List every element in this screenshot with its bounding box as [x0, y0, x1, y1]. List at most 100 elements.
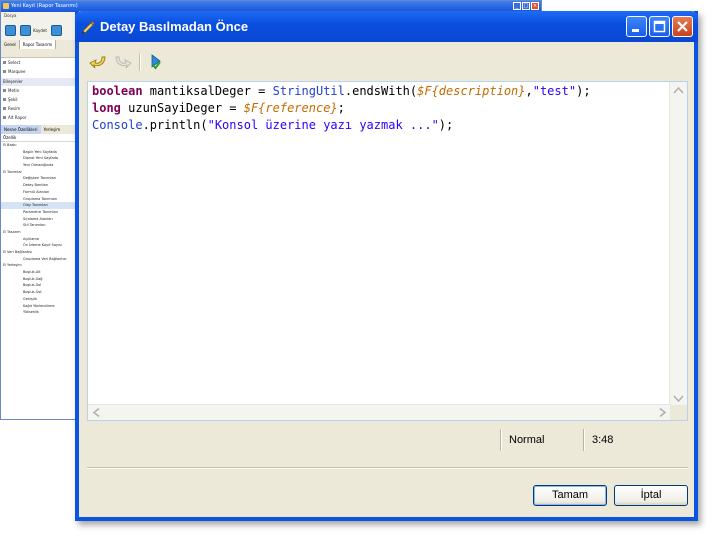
maximize-button[interactable] — [649, 16, 670, 37]
property-group[interactable]: ⊟ Veri Bağlantısı — [1, 249, 77, 256]
cancel-button[interactable]: İptal — [614, 485, 688, 506]
property-item[interactable]: Açıklama — [1, 236, 77, 243]
redo-icon[interactable] — [112, 52, 132, 72]
property-item[interactable]: Yükseklik — [1, 309, 77, 316]
scroll-right-icon[interactable] — [655, 407, 668, 418]
component-resim[interactable]: Resim — [1, 104, 77, 113]
properties-header: Özellik — [1, 134, 77, 142]
properties-list: ⊟ Baskı Başlık Yeni Sayfada Dipnot Yeni Sa… — [1, 142, 77, 316]
tab-nesne-ozellikleri[interactable]: Nesne Özellikleri — [1, 125, 41, 134]
property-item[interactable]: Parametre Tanımları — [1, 209, 77, 216]
status-separator — [500, 429, 502, 451]
property-item[interactable]: Boşluk-Alt — [1, 269, 77, 276]
code-line[interactable]: Console.println("Konsol üzerine yazı yaz… — [92, 117, 667, 134]
property-group[interactable]: ⊟ Yerleşim — [1, 262, 77, 269]
code-editor[interactable]: boolean mantiksalDeger = StringUtil.ends… — [87, 81, 688, 421]
code-token: ; — [337, 101, 345, 115]
scroll-left-icon[interactable] — [91, 407, 104, 418]
shape-icon — [3, 98, 6, 101]
component-label: Resim — [8, 106, 21, 111]
save-icon — [5, 24, 16, 36]
app-icon — [3, 3, 9, 9]
code-token: mantiksalDeger = — [142, 84, 273, 98]
property-item[interactable]: Boşluk-Üst — [1, 289, 77, 296]
marquee-tool-label: Marquee — [8, 69, 26, 74]
property-item[interactable]: Genişlik — [1, 296, 77, 303]
component-label: Şekil — [8, 97, 18, 102]
image-icon — [3, 107, 6, 110]
vertical-scrollbar[interactable] — [669, 82, 687, 407]
side-panel: Genel Rapor Tasarımı Select Marquee Bile… — [1, 40, 78, 419]
scroll-up-icon[interactable] — [672, 85, 685, 96]
property-item[interactable]: Başlık Yeni Sayfada — [1, 149, 77, 156]
code-token: $F{description} — [417, 84, 526, 98]
code-text[interactable]: boolean mantiksalDeger = StringUtil.ends… — [92, 83, 667, 134]
select-tool[interactable]: Select — [1, 58, 77, 67]
code-token: uzunSayiDeger = — [120, 101, 244, 115]
tab-rapor-tasarimi[interactable]: Rapor Tasarımı — [19, 40, 57, 49]
undo-icon[interactable] — [89, 52, 109, 72]
property-item[interactable]: Yeni Olmadığında — [1, 162, 77, 169]
code-token: StringUtil — [272, 84, 345, 98]
property-item[interactable]: Stil Tanımları — [1, 222, 77, 229]
code-token: .println( — [142, 118, 208, 132]
horizontal-scrollbar[interactable] — [88, 404, 671, 420]
maximize-icon[interactable]: □ — [522, 2, 530, 10]
menu-file[interactable]: Dosya — [4, 13, 16, 18]
property-item[interactable]: Gruplama Veri Bağlantısı — [1, 256, 77, 263]
property-item[interactable]: Boşluk-Sol — [1, 282, 77, 289]
components-header[interactable]: Bileşenler — [1, 78, 77, 86]
property-item[interactable]: Dipnot Yeni Sayfada — [1, 155, 77, 162]
property-group[interactable]: ⊟ Baskı — [1, 142, 77, 149]
component-label: Metin — [8, 88, 20, 93]
property-item[interactable]: Detay Bantları — [1, 182, 77, 189]
property-item[interactable]: Olay Tanımları — [1, 202, 77, 209]
minimize-button[interactable] — [626, 16, 647, 37]
select-icon — [3, 61, 6, 64]
property-group[interactable]: ⊟ Tasarım — [1, 229, 77, 236]
dialog-title: Detay Basılmadan Önce — [100, 19, 249, 34]
minimize-icon — [632, 29, 639, 32]
scroll-down-icon[interactable] — [672, 393, 685, 404]
dialog-titlebar: Detay Basılmadan Önce — [75, 11, 698, 42]
component-alt-rapor[interactable]: Alt Rapor — [1, 113, 77, 122]
component-label: Alt Rapor — [8, 115, 27, 120]
toolbar-kaydet-button[interactable]: Kaydet — [20, 24, 47, 36]
code-token: $F{reference} — [243, 101, 338, 115]
component-metin[interactable]: Metin — [1, 86, 77, 95]
select-tool-label: Select — [8, 60, 21, 65]
property-item[interactable]: Formül Alanları — [1, 189, 77, 196]
property-item[interactable]: Gruplama Tanımları — [1, 196, 77, 203]
scrollbar-corner — [670, 405, 687, 420]
code-token: "Konsol üzerine yazı yazmak ..." — [207, 118, 439, 132]
property-item[interactable]: Boşluk-Sağ — [1, 276, 77, 283]
property-item[interactable]: Sıralama Alanları — [1, 216, 77, 223]
toolbar-save-button[interactable] — [5, 24, 16, 36]
property-group[interactable]: ⊟ Tanımlar — [1, 169, 77, 176]
code-line[interactable]: long uzunSayiDeger = $F{reference}; — [92, 100, 667, 117]
tab-genel[interactable]: Genel — [1, 40, 20, 49]
property-item[interactable]: Kağıt Yönlendirme — [1, 303, 77, 310]
code-line[interactable]: boolean mantiksalDeger = StringUtil.ends… — [92, 83, 667, 100]
maximize-icon — [653, 20, 666, 33]
code-token: , — [525, 84, 533, 98]
code-token: .endsWith( — [344, 84, 418, 98]
divider — [87, 467, 688, 469]
property-item[interactable]: Değişken Tanımları — [1, 175, 77, 182]
code-token: boolean — [92, 84, 143, 98]
compile-check-icon[interactable] — [147, 52, 167, 72]
close-icon[interactable]: × — [531, 2, 539, 10]
code-token: "test" — [532, 84, 577, 98]
tab-yerlesim[interactable]: Yerleşim — [41, 125, 64, 134]
component-sekil[interactable]: Şekil — [1, 95, 77, 104]
save-as-icon — [50, 24, 62, 36]
marquee-tool[interactable]: Marquee — [1, 67, 77, 76]
pencil-icon — [82, 20, 96, 34]
dialog-toolbar — [85, 49, 685, 75]
toolbar-save-as-button[interactable] — [50, 24, 62, 36]
ok-button[interactable]: Tamam — [533, 485, 607, 506]
minimize-icon[interactable]: _ — [513, 2, 521, 10]
property-item[interactable]: Ön İzleme Kayıt Sayısı — [1, 242, 77, 249]
code-token: ); — [438, 118, 454, 132]
close-button[interactable] — [672, 16, 693, 37]
